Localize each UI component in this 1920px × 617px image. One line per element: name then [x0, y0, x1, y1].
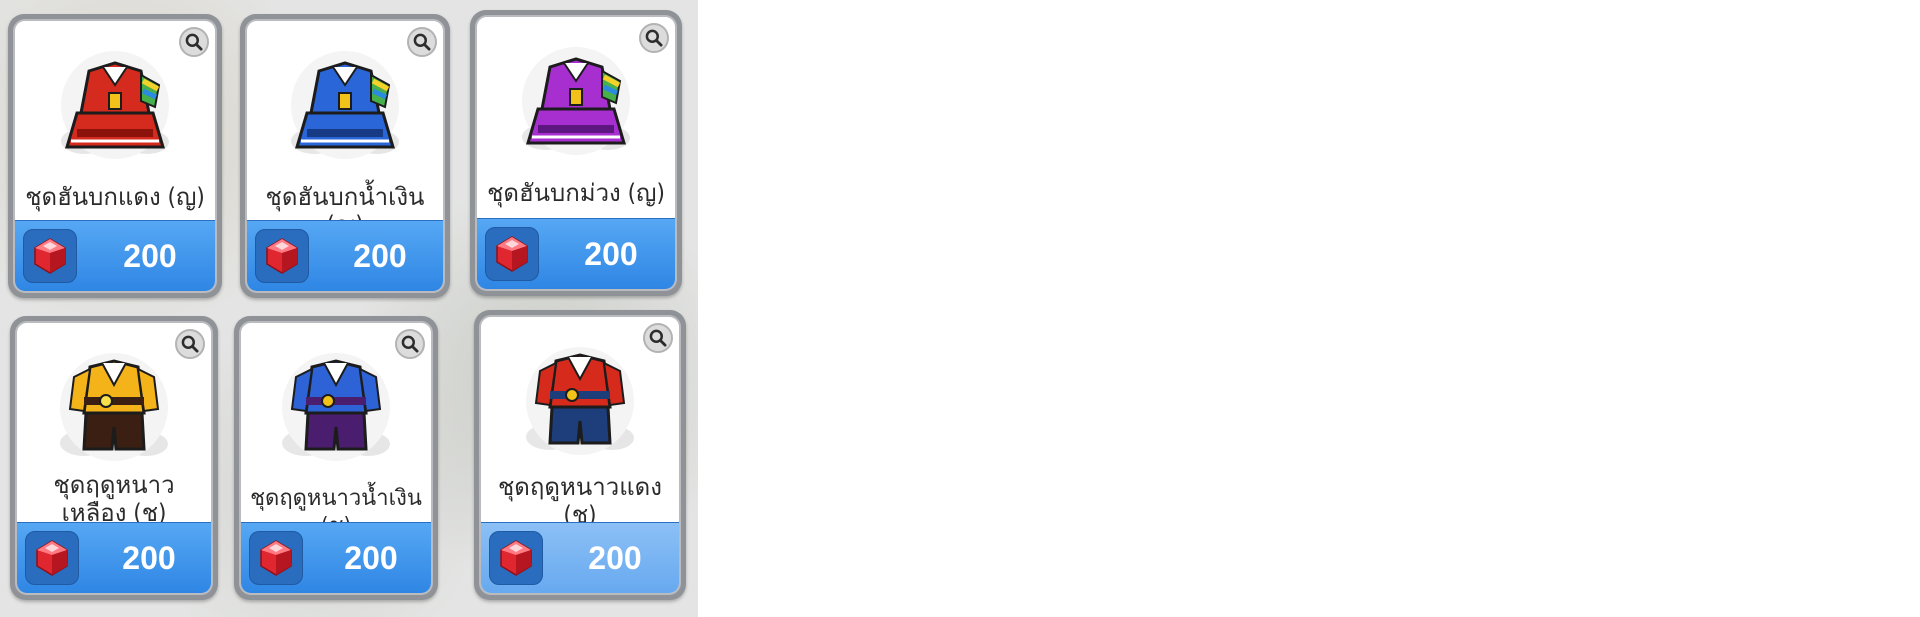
- buy-price-button[interactable]: 200: [241, 522, 431, 593]
- buy-price-button[interactable]: 200: [15, 220, 215, 291]
- item-name: ชุดฤดูหนาวเหลือง (ช): [53, 471, 175, 527]
- currency-box: [485, 227, 539, 281]
- buy-price-button[interactable]: 200: [247, 220, 443, 291]
- shop-item-card-body: ชุดฮันบกม่วง (ญ) 200: [475, 15, 677, 291]
- shop-item-card-body: ชุดฮันบกน้ำเงิน (ญ) 200: [245, 19, 445, 293]
- ruby-gem-icon: [262, 236, 302, 276]
- currency-box: [25, 531, 79, 585]
- shop-item-card[interactable]: ชุดฤดูหนาวเหลือง (ช) 200: [10, 316, 218, 600]
- buy-price-button[interactable]: 200: [481, 522, 679, 593]
- zoom-magnifier-button[interactable]: [407, 27, 437, 57]
- currency-box: [249, 531, 303, 585]
- zoom-magnifier-button[interactable]: [395, 329, 425, 359]
- price-value: 200: [588, 540, 642, 576]
- shop-item-grid: ชุดฮันบกแดง (ญ) 200 ชุดฮันบกน้ำเงิน (ญ): [0, 0, 698, 617]
- magnifier-icon: [412, 32, 432, 52]
- magnifier-icon: [180, 334, 200, 354]
- ruby-gem-icon: [496, 538, 536, 578]
- shop-item-card-body: ชุดฮันบกแดง (ญ) 200: [13, 19, 217, 293]
- currency-box: [23, 229, 77, 283]
- purple-hanbok-icon: [516, 41, 636, 161]
- item-name: ชุดฤดูหนาวแดง (ช): [498, 473, 662, 529]
- magnifier-icon: [648, 328, 668, 348]
- shop-item-card[interactable]: ชุดฤดูหนาวแดง (ช) 200: [474, 310, 686, 600]
- buy-price-button[interactable]: 200: [477, 218, 675, 289]
- red-winter-outfit-icon: [524, 345, 636, 457]
- shop-item-card-body: ชุดฤดูหนาวเหลือง (ช) 200: [15, 321, 213, 595]
- shop-item-card[interactable]: ชุดฮันบกม่วง (ญ) 200: [470, 10, 682, 296]
- currency-box: [255, 229, 309, 283]
- ruby-gem-icon: [30, 236, 70, 276]
- shop-item-card[interactable]: ชุดฮันบกแดง (ญ) 200: [8, 14, 222, 298]
- yellow-winter-outfit-icon: [58, 351, 170, 463]
- zoom-magnifier-button[interactable]: [175, 329, 205, 359]
- ruby-gem-icon: [32, 538, 72, 578]
- blue-hanbok-icon: [285, 45, 405, 165]
- buy-price-button[interactable]: 200: [17, 522, 211, 593]
- shop-item-card-body: ชุดฤดูหนาวแดง (ช) 200: [479, 315, 681, 595]
- shop-item-card[interactable]: ชุดฤดูหนาวน้ำเงิน (ช) 200: [234, 316, 438, 600]
- price-value: 200: [584, 236, 638, 272]
- shop-item-card-body: ชุดฤดูหนาวน้ำเงิน (ช) 200: [239, 321, 433, 595]
- item-name: ชุดฮันบกม่วง (ญ): [487, 179, 665, 207]
- ruby-gem-icon: [492, 234, 532, 274]
- zoom-magnifier-button[interactable]: [179, 27, 209, 57]
- price-value: 200: [353, 238, 407, 274]
- shop-item-card[interactable]: ชุดฮันบกน้ำเงิน (ญ) 200: [240, 14, 450, 298]
- magnifier-icon: [184, 32, 204, 52]
- price-value: 200: [123, 238, 177, 274]
- ruby-gem-icon: [256, 538, 296, 578]
- price-value: 200: [122, 540, 176, 576]
- zoom-magnifier-button[interactable]: [639, 23, 669, 53]
- red-hanbok-icon: [55, 45, 175, 165]
- currency-box: [489, 531, 543, 585]
- price-value: 200: [344, 540, 398, 576]
- blue-winter-outfit-icon: [280, 351, 392, 463]
- item-name: ชุดฮันบกแดง (ญ): [25, 183, 205, 211]
- zoom-magnifier-button[interactable]: [643, 323, 673, 353]
- magnifier-icon: [644, 28, 664, 48]
- magnifier-icon: [400, 334, 420, 354]
